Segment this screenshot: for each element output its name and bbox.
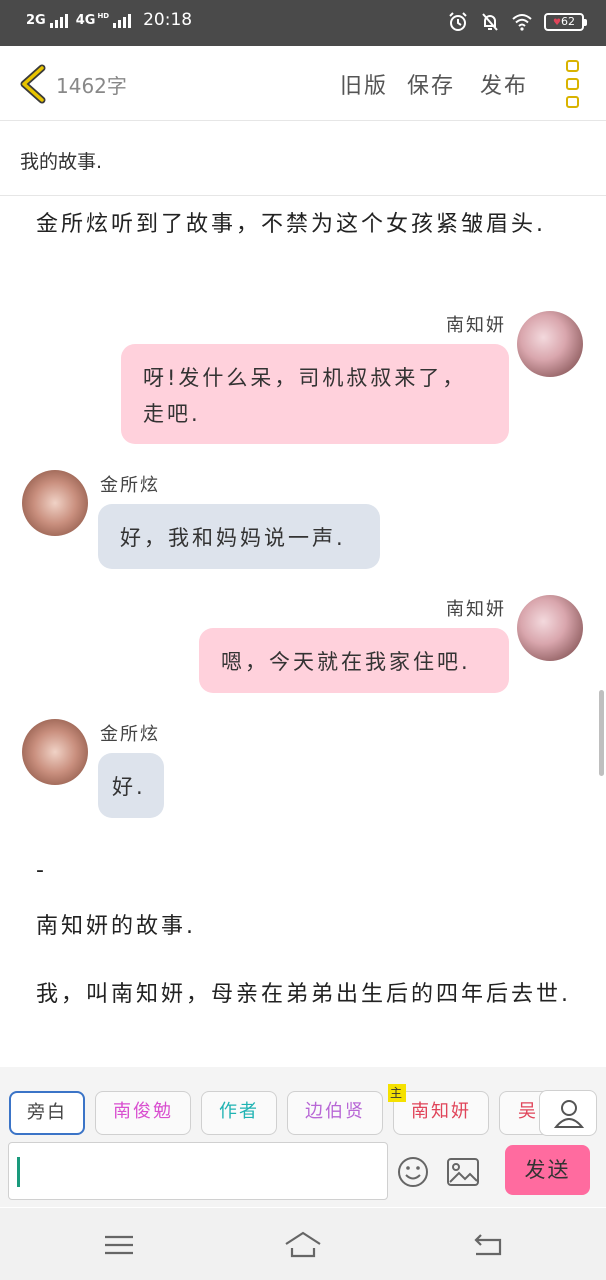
- role-label: 南俊勉: [113, 1101, 173, 1122]
- chat-bubble-left[interactable]: 好，我和妈妈说一声.: [98, 504, 380, 569]
- role-label: 南知妍: [411, 1101, 471, 1122]
- chat-bubble-right[interactable]: 嗯，今天就在我家住吧.: [199, 628, 509, 693]
- speaker-name: 南知妍: [446, 599, 506, 620]
- back-chevron-icon[interactable]: [16, 64, 50, 104]
- network-label-1: 2G: [26, 13, 46, 28]
- battery-icon: ♥62: [544, 13, 587, 31]
- word-count: 1462字: [56, 74, 127, 98]
- narration-paragraph-3: 我，叫南知妍，母亲在弟弟出生后的四年后去世.: [36, 982, 571, 1007]
- story-title: 我的故事.: [20, 151, 103, 173]
- divider-dash: -: [36, 858, 47, 883]
- image-icon[interactable]: [446, 1157, 480, 1187]
- save-button[interactable]: 保存: [407, 68, 455, 100]
- status-bar: 2G 4G HD 20:18 ♥62: [0, 0, 606, 46]
- scrollbar[interactable]: [599, 690, 604, 776]
- status-left: 2G 4G HD 20:18: [26, 10, 192, 30]
- avatar[interactable]: [22, 470, 88, 536]
- narration-paragraph-1: 金所炫听到了故事，不禁为这个女孩紧皱眉头.: [36, 212, 546, 237]
- old-version-button[interactable]: 旧版: [340, 68, 388, 100]
- status-right: ♥62: [448, 12, 587, 32]
- text-cursor: [17, 1157, 20, 1187]
- publish-button[interactable]: 发布: [480, 68, 528, 100]
- message-input[interactable]: [8, 1142, 388, 1200]
- system-nav-bar: [0, 1208, 606, 1280]
- person-icon: [553, 1100, 585, 1128]
- network-label-2-sup: HD: [97, 12, 110, 20]
- more-menu-icon[interactable]: [566, 60, 580, 108]
- role-manage-button[interactable]: [539, 1090, 597, 1136]
- send-button[interactable]: 发送: [505, 1145, 590, 1195]
- role-author[interactable]: 作者: [201, 1091, 277, 1135]
- story-title-row[interactable]: 我的故事.: [0, 121, 606, 196]
- main-role-badge: 主: [388, 1084, 406, 1102]
- mute-bell-icon: [482, 13, 498, 31]
- role-main-character[interactable]: 主 南知妍: [388, 1084, 489, 1135]
- wifi-icon: [512, 14, 532, 31]
- role-label: 旁白: [27, 1102, 67, 1123]
- emoji-icon[interactable]: [397, 1156, 429, 1188]
- speaker-name: 金所炫: [100, 475, 160, 496]
- speaker-name: 金所炫: [100, 724, 160, 745]
- avatar[interactable]: [517, 595, 583, 661]
- signal-4g-icon: 4G HD: [75, 12, 132, 28]
- battery-level: 62: [561, 15, 576, 28]
- role-label: 作者: [219, 1101, 259, 1122]
- signal-2g-icon: 2G: [26, 12, 68, 28]
- role-label: 吴: [518, 1101, 538, 1122]
- network-label-2: 4G: [75, 13, 96, 28]
- role-character[interactable]: 边伯贤: [287, 1091, 383, 1135]
- role-label: 边伯贤: [305, 1101, 365, 1122]
- menu-icon[interactable]: [99, 1228, 139, 1262]
- role-narrator[interactable]: 旁白: [9, 1091, 85, 1135]
- chat-bubble-right[interactable]: 呀!发什么呆，司机叔叔来了，走吧.: [121, 344, 509, 444]
- chat-bubble-left[interactable]: 好.: [98, 753, 164, 818]
- back-icon[interactable]: [468, 1228, 508, 1262]
- clock: 20:18: [143, 10, 193, 30]
- home-icon[interactable]: [283, 1228, 323, 1262]
- avatar[interactable]: [22, 719, 88, 785]
- alarm-icon: [449, 12, 467, 31]
- speaker-name: 南知妍: [446, 315, 506, 336]
- editor-header: 1462字 旧版 保存 发布: [0, 46, 606, 121]
- role-character[interactable]: 南俊勉: [95, 1091, 191, 1135]
- avatar[interactable]: [517, 311, 583, 377]
- narration-paragraph-2: 南知妍的故事.: [36, 914, 196, 939]
